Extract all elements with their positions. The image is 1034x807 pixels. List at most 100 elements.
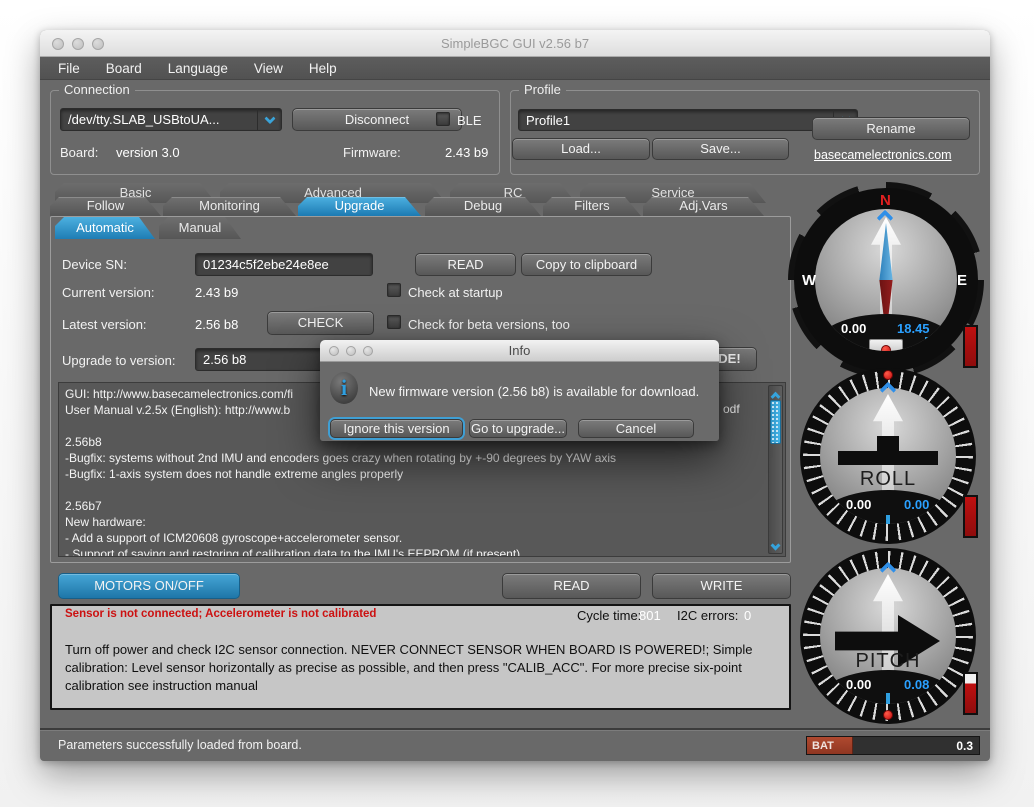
menu-file[interactable]: File (58, 61, 80, 76)
motors-onoff-button[interactable]: MOTORS ON/OFF (58, 573, 240, 599)
connection-group-label: Connection (59, 82, 135, 97)
roll-wings-center-icon (877, 436, 899, 451)
yaw-value-current: 18.45 (897, 321, 930, 336)
compass-east: E (957, 272, 967, 289)
roll-value-current: 0.00 (904, 497, 929, 512)
scrollbar-thumb[interactable] (770, 400, 781, 444)
changelog-clipped-text: odf (723, 402, 740, 416)
blue-tick-icon (886, 693, 890, 704)
save-button[interactable]: Save... (652, 138, 789, 160)
port-select[interactable]: /dev/tty.SLAB_USBtoUA... (60, 108, 282, 131)
tab-filters[interactable]: Filters (543, 197, 641, 216)
tab-upgrade[interactable]: Upgrade (298, 197, 421, 216)
write-button[interactable]: WRITE (652, 573, 791, 599)
info-icon: i (330, 372, 358, 404)
menu-help[interactable]: Help (309, 61, 337, 76)
battery-label: BAT (807, 737, 853, 754)
port-value: /dev/tty.SLAB_USBtoUA... (68, 112, 220, 127)
rename-button[interactable]: Rename (812, 117, 970, 140)
tab-monitoring[interactable]: Monitoring (163, 197, 296, 216)
device-sn-field[interactable]: 01234c5f2ebe24e8ee (195, 253, 373, 276)
cancel-button[interactable]: Cancel (578, 419, 694, 438)
pitch-value-current: 0.08 (904, 677, 929, 692)
cycle-time-label: Cycle time: (577, 608, 641, 623)
tab-follow[interactable]: Follow (50, 197, 161, 216)
blue-tick-icon (843, 339, 847, 350)
upgrade-to-value: 2.56 b8 (203, 352, 246, 367)
read-button[interactable]: READ (502, 573, 641, 599)
sensor-error-text: Sensor is not connected; Accelerometer i… (65, 608, 376, 620)
dialog-body: i New firmware version (2.56 b8) is avai… (320, 362, 719, 441)
red-dot-icon (883, 710, 893, 720)
dialog-title: Info (320, 343, 719, 358)
board-label: Board: (60, 145, 98, 160)
battery-indicator: BAT 0.3 (806, 736, 980, 755)
tab-adjvars[interactable]: Adj.Vars (643, 197, 764, 216)
yaw-gauge: 0.00 18.45 N W E (794, 188, 978, 372)
compass-north: N (880, 192, 891, 209)
changelog-line: -Bugfix: 1-axis system does not handle e… (65, 466, 779, 482)
latest-version-label: Latest version: (62, 317, 147, 332)
statusbar-separator (40, 728, 990, 730)
app-window: SimpleBGC GUI v2.56 b7 File Board Langua… (40, 30, 990, 761)
device-sn-value: 01234c5f2ebe24e8ee (203, 257, 329, 272)
changelog-line: - Support of saving and restoring of cal… (65, 546, 779, 557)
tab-debug[interactable]: Debug (425, 197, 541, 216)
window-title: SimpleBGC GUI v2.56 b7 (40, 36, 990, 51)
gauge-face: ROLL 0.00 0.00 (820, 388, 956, 524)
i2c-errors-label: I2C errors: (677, 608, 738, 623)
changelog-line: - Add a support of ICM20608 gyroscope+ac… (65, 530, 779, 546)
connection-group: Connection (50, 90, 500, 175)
load-button[interactable]: Load... (512, 138, 650, 160)
changelog-line: 2.56b7 (65, 498, 779, 514)
calibration-instructions: Turn off power and check I2C sensor conn… (65, 641, 763, 696)
i2c-errors-value: 0 (744, 608, 751, 623)
check-beta-checkbox[interactable] (387, 315, 401, 329)
status-message: Parameters successfully loaded from boar… (58, 738, 302, 752)
ble-label: BLE (457, 113, 482, 128)
board-value: version 3.0 (116, 145, 180, 160)
current-version-value: 2.43 b9 (195, 285, 238, 300)
firmware-value: 2.43 b9 (445, 145, 488, 160)
blue-tick-icon (886, 515, 890, 524)
yaw-level-bar (963, 325, 978, 368)
check-startup-checkbox[interactable] (387, 283, 401, 297)
basecam-link[interactable]: basecamelectronics.com (814, 148, 952, 162)
profile-value: Profile1 (526, 113, 570, 128)
scroll-up-icon[interactable] (770, 389, 781, 397)
menu-language[interactable]: Language (168, 61, 228, 76)
profile-select[interactable]: Profile1 (518, 109, 858, 131)
goto-upgrade-button[interactable]: Go to upgrade... (469, 419, 567, 438)
changelog-scrollbar[interactable] (768, 385, 783, 554)
blue-tick-icon (925, 337, 929, 348)
menubar: File Board Language View Help (40, 57, 990, 80)
check-button[interactable]: CHECK (267, 311, 374, 335)
firmware-label: Firmware: (343, 145, 401, 160)
ignore-version-button[interactable]: Ignore this version (330, 419, 463, 438)
upgrade-to-label: Upgrade to version: (62, 353, 175, 368)
gauge-face: 0.00 18.45 (815, 209, 957, 351)
check-beta-label: Check for beta versions, too (408, 317, 570, 332)
pitch-value-target: 0.00 (846, 677, 871, 692)
roll-level-bar (963, 495, 978, 538)
roll-value-target: 0.00 (846, 497, 871, 512)
copy-clipboard-button[interactable]: Copy to clipboard (521, 253, 652, 276)
roll-wings-icon (838, 451, 938, 465)
dialog-message: New firmware version (2.56 b8) is availa… (369, 384, 699, 399)
red-dot-icon (883, 370, 893, 380)
compass-west: W (802, 272, 816, 289)
changelog-line (65, 482, 779, 498)
menu-view[interactable]: View (254, 61, 283, 76)
changelog-line: -Bugfix: systems without 2nd IMU and enc… (65, 450, 779, 466)
device-sn-label: Device SN: (62, 257, 127, 272)
current-version-label: Current version: (62, 285, 154, 300)
dialog-titlebar: Info (320, 340, 719, 362)
scroll-down-icon[interactable] (770, 542, 781, 550)
read-sn-button[interactable]: READ (415, 253, 516, 276)
pitch-level-bar (963, 672, 978, 715)
chevron-down-icon (257, 109, 281, 130)
tab-automatic[interactable]: Automatic (55, 217, 155, 239)
menu-board[interactable]: Board (106, 61, 142, 76)
info-dialog: Info i New firmware version (2.56 b8) is… (320, 340, 719, 441)
ble-checkbox[interactable] (436, 112, 450, 126)
